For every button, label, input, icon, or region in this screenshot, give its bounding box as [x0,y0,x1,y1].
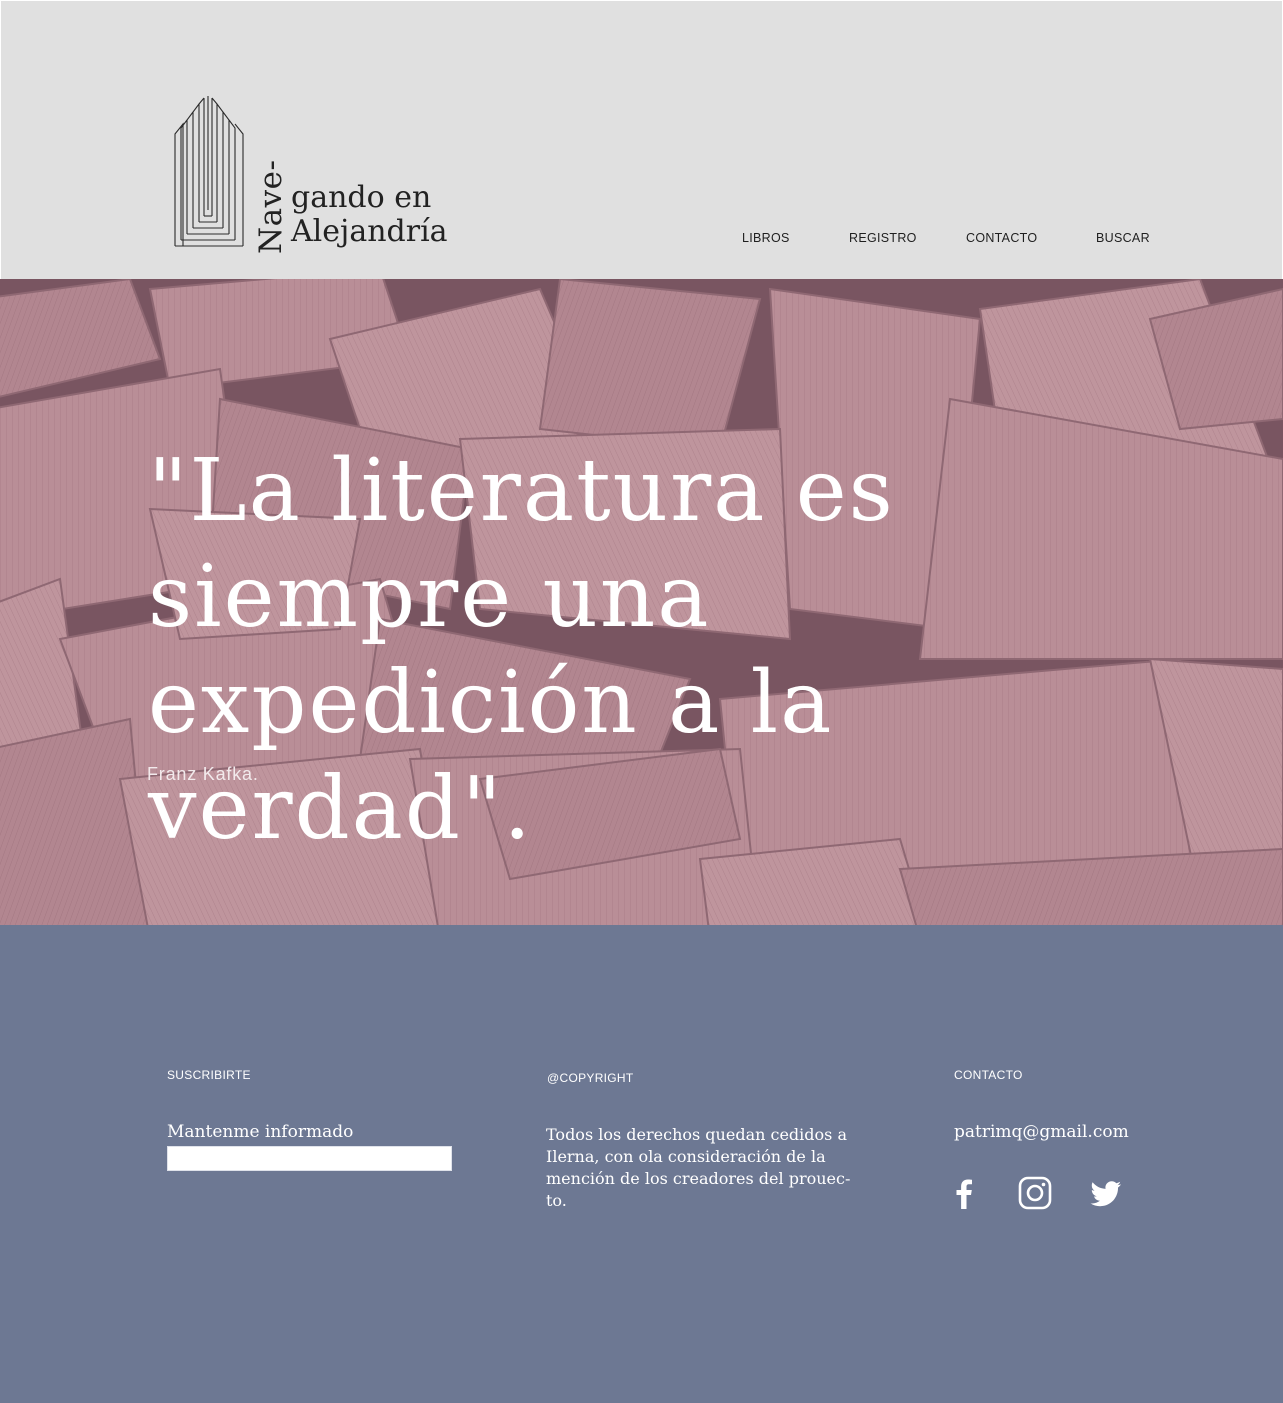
main-nav: LIBROS REGISTRO CONTACTO BUSCAR [1,231,1283,251]
footer-copyright-heading: @COPYRIGHT [547,1071,634,1085]
page: Nave- gando en Alejandría LIBROS REGISTR… [0,0,1283,1403]
nav-item-contacto[interactable]: CONTACTO [966,231,1037,245]
footer-subscribe-label: Mantenme informado [167,1122,354,1142]
nav-item-buscar[interactable]: BUSCAR [1096,231,1150,245]
logo-text-line1: gando en [291,180,432,215]
nav-item-libros[interactable]: LIBROS [742,231,790,245]
hero-quote: "La literatura es siempre una expedición… [148,441,895,859]
footer-subscribe-heading: SUSCRIBIRTE [167,1068,251,1082]
site-logo[interactable]: Nave- gando en Alejandría [173,94,463,254]
nav-item-registro[interactable]: REGISTRO [849,231,917,245]
instagram-icon[interactable] [1017,1175,1053,1211]
site-header: Nave- gando en Alejandría LIBROS REGISTR… [1,1,1282,279]
logo-arch-icon [174,96,244,247]
footer-contact-heading: CONTACTO [954,1068,1023,1082]
hero-quote-author: Franz Kafka. [147,764,259,784]
footer-contact-email[interactable]: patrimq@gmail.com [954,1122,1129,1142]
footer-copyright-text: Todos los derechos quedan cedidos a Iler… [546,1125,851,1210]
twitter-icon[interactable] [1088,1175,1124,1211]
subscribe-email-input[interactable] [167,1146,452,1171]
facebook-icon[interactable] [946,1175,982,1211]
